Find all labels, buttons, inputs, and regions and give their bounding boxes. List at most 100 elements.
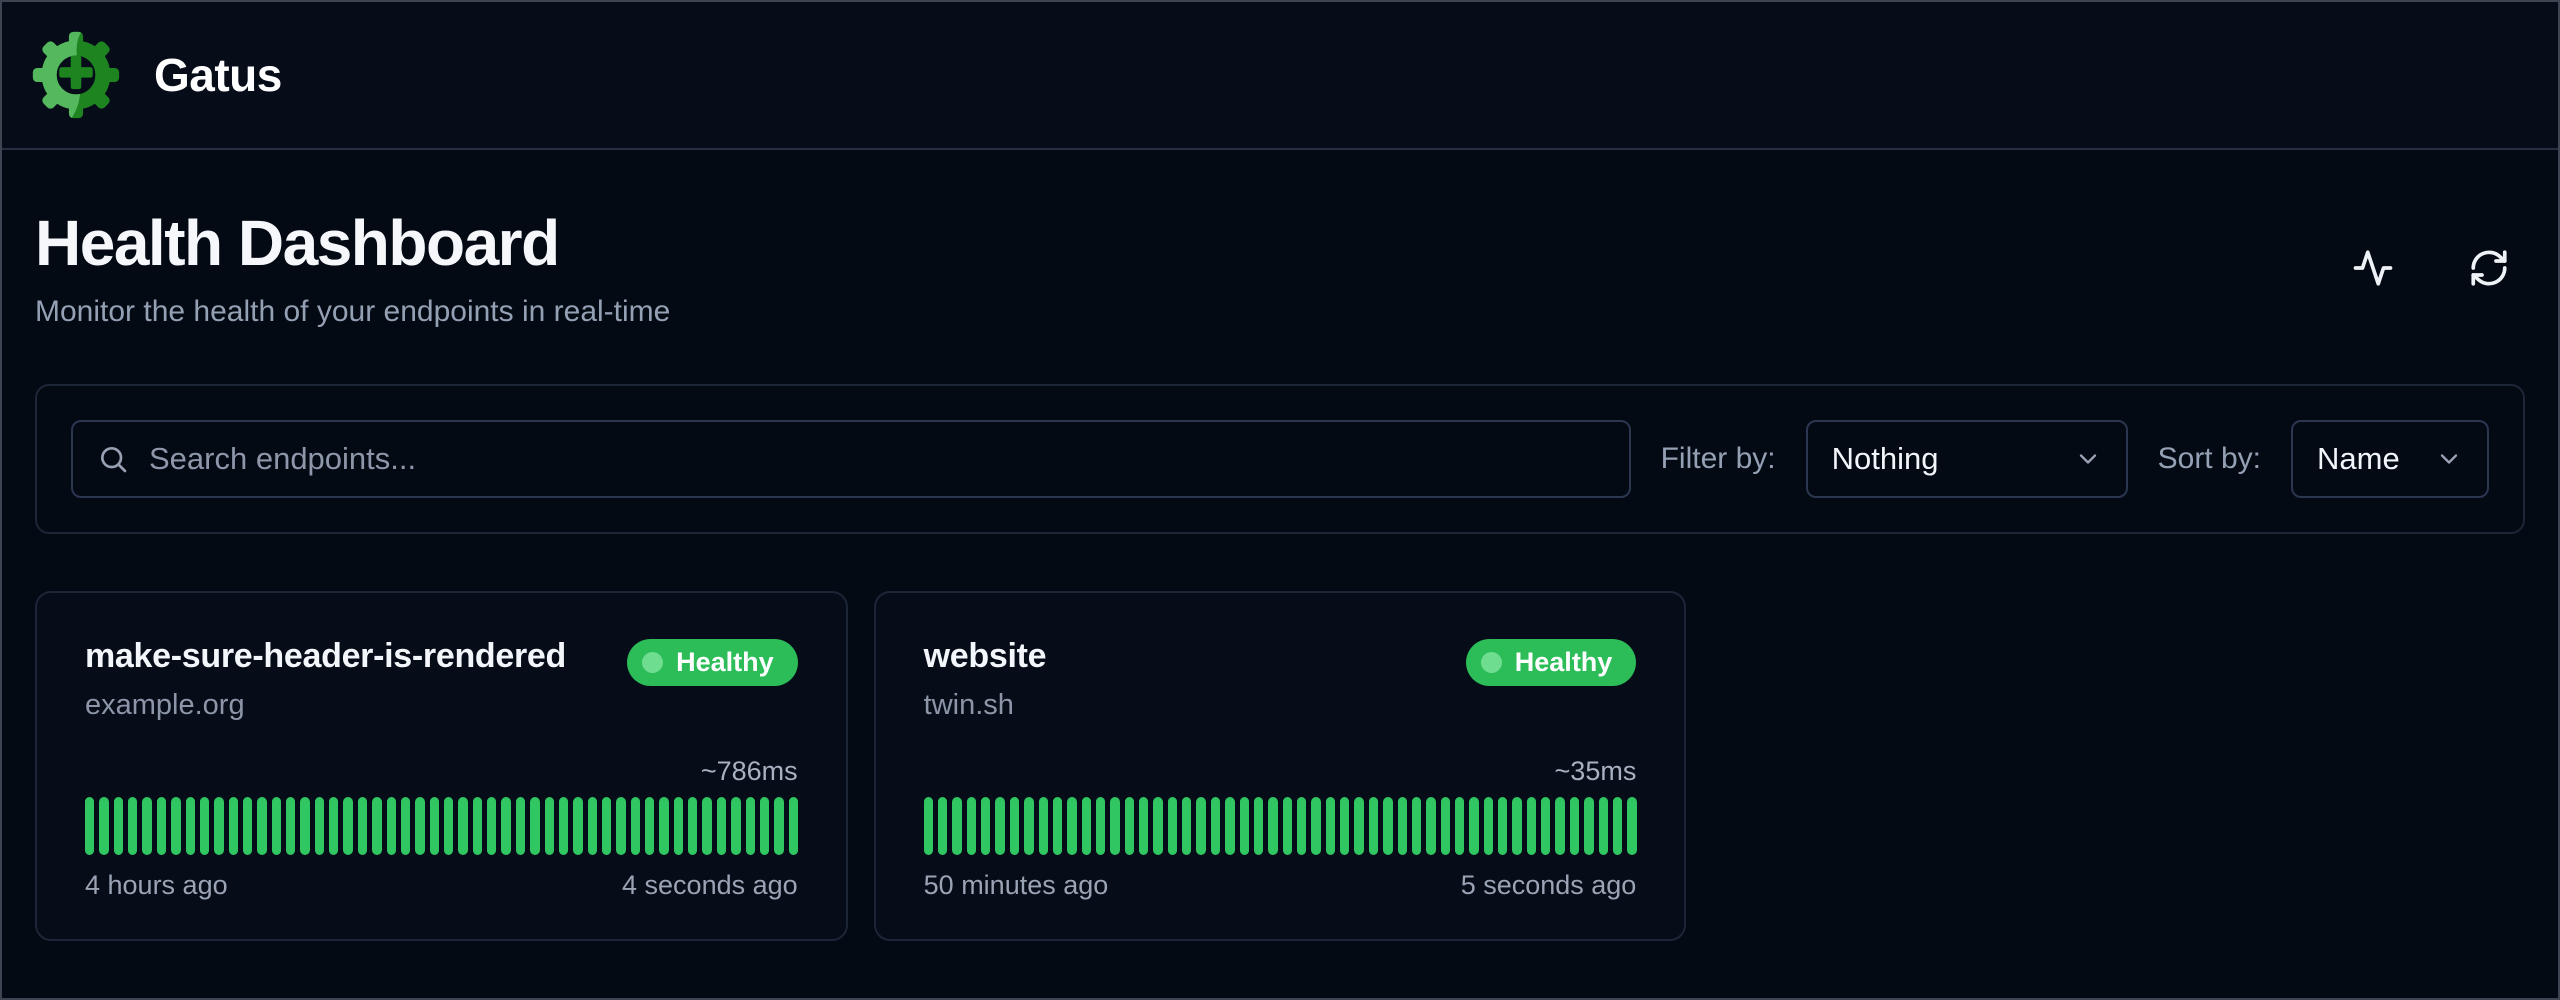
uptime-bar[interactable] bbox=[1053, 797, 1062, 855]
uptime-bar[interactable] bbox=[1441, 797, 1450, 855]
uptime-bar[interactable] bbox=[85, 797, 94, 855]
uptime-bar[interactable] bbox=[1110, 797, 1119, 855]
uptime-bar[interactable] bbox=[329, 797, 338, 855]
uptime-bar[interactable] bbox=[1426, 797, 1435, 855]
uptime-bar[interactable] bbox=[774, 797, 783, 855]
uptime-bar[interactable] bbox=[674, 797, 683, 855]
uptime-bar[interactable] bbox=[1125, 797, 1134, 855]
uptime-bar[interactable] bbox=[516, 797, 525, 855]
uptime-bar[interactable] bbox=[430, 797, 439, 855]
uptime-bar[interactable] bbox=[1555, 797, 1564, 855]
uptime-bar[interactable] bbox=[1469, 797, 1478, 855]
uptime-bar[interactable] bbox=[401, 797, 410, 855]
search-input[interactable] bbox=[149, 441, 1605, 477]
uptime-bar[interactable] bbox=[99, 797, 108, 855]
uptime-bar[interactable] bbox=[559, 797, 568, 855]
uptime-bar[interactable] bbox=[1225, 797, 1234, 855]
uptime-bar[interactable] bbox=[1168, 797, 1177, 855]
uptime-bar[interactable] bbox=[967, 797, 976, 855]
uptime-bar[interactable] bbox=[1627, 797, 1636, 855]
uptime-bar[interactable] bbox=[717, 797, 726, 855]
uptime-bar[interactable] bbox=[415, 797, 424, 855]
uptime-bar[interactable] bbox=[1541, 797, 1550, 855]
uptime-bar[interactable] bbox=[1340, 797, 1349, 855]
uptime-bar[interactable] bbox=[1599, 797, 1608, 855]
uptime-bar[interactable] bbox=[1139, 797, 1148, 855]
uptime-bar[interactable] bbox=[645, 797, 654, 855]
uptime-bar[interactable] bbox=[1240, 797, 1249, 855]
brand[interactable]: Gatus bbox=[32, 31, 282, 119]
uptime-bar[interactable] bbox=[243, 797, 252, 855]
uptime-bar[interactable] bbox=[1383, 797, 1392, 855]
uptime-bar[interactable] bbox=[731, 797, 740, 855]
uptime-bar[interactable] bbox=[530, 797, 539, 855]
uptime-bar[interactable] bbox=[1584, 797, 1593, 855]
uptime-bar[interactable] bbox=[995, 797, 1004, 855]
uptime-bar[interactable] bbox=[128, 797, 137, 855]
uptime-bar[interactable] bbox=[1398, 797, 1407, 855]
uptime-bar[interactable] bbox=[272, 797, 281, 855]
uptime-bar[interactable] bbox=[142, 797, 151, 855]
uptime-bar[interactable] bbox=[1196, 797, 1205, 855]
uptime-bar[interactable] bbox=[229, 797, 238, 855]
uptime-bar[interactable] bbox=[1039, 797, 1048, 855]
search-box[interactable] bbox=[71, 420, 1631, 498]
uptime-bar[interactable] bbox=[688, 797, 697, 855]
uptime-bar[interactable] bbox=[1067, 797, 1076, 855]
uptime-bar[interactable] bbox=[1412, 797, 1421, 855]
uptime-bar[interactable] bbox=[1024, 797, 1033, 855]
uptime-bar[interactable] bbox=[444, 797, 453, 855]
uptime-bar[interactable] bbox=[1211, 797, 1220, 855]
uptime-bar[interactable] bbox=[1153, 797, 1162, 855]
uptime-bar[interactable] bbox=[300, 797, 309, 855]
uptime-bar[interactable] bbox=[924, 797, 933, 855]
activity-button[interactable] bbox=[2352, 247, 2394, 289]
uptime-bar[interactable] bbox=[157, 797, 166, 855]
uptime-bar[interactable] bbox=[171, 797, 180, 855]
endpoint-name[interactable]: website bbox=[924, 637, 1047, 676]
endpoint-name[interactable]: make-sure-header-is-rendered bbox=[85, 637, 566, 676]
uptime-bar[interactable] bbox=[343, 797, 352, 855]
uptime-bar[interactable] bbox=[1010, 797, 1019, 855]
uptime-bar[interactable] bbox=[1570, 797, 1579, 855]
uptime-bar[interactable] bbox=[487, 797, 496, 855]
uptime-bar[interactable] bbox=[1297, 797, 1306, 855]
uptime-bar[interactable] bbox=[702, 797, 711, 855]
uptime-bar[interactable] bbox=[214, 797, 223, 855]
uptime-bar[interactable] bbox=[760, 797, 769, 855]
uptime-bar[interactable] bbox=[981, 797, 990, 855]
uptime-bar[interactable] bbox=[545, 797, 554, 855]
uptime-bar[interactable] bbox=[616, 797, 625, 855]
uptime-bar[interactable] bbox=[1498, 797, 1507, 855]
uptime-bar[interactable] bbox=[631, 797, 640, 855]
endpoint-card[interactable]: website twin.sh Healthy ~35ms 50 minutes… bbox=[874, 591, 1687, 941]
uptime-bar[interactable] bbox=[659, 797, 668, 855]
uptime-bar[interactable] bbox=[315, 797, 324, 855]
uptime-bar[interactable] bbox=[938, 797, 947, 855]
uptime-bar[interactable] bbox=[588, 797, 597, 855]
uptime-bar[interactable] bbox=[1484, 797, 1493, 855]
uptime-bar[interactable] bbox=[1326, 797, 1335, 855]
uptime-bar[interactable] bbox=[1268, 797, 1277, 855]
uptime-bar[interactable] bbox=[746, 797, 755, 855]
uptime-bar[interactable] bbox=[186, 797, 195, 855]
uptime-bar[interactable] bbox=[1369, 797, 1378, 855]
uptime-bar[interactable] bbox=[952, 797, 961, 855]
uptime-bar[interactable] bbox=[1613, 797, 1622, 855]
uptime-bar[interactable] bbox=[1512, 797, 1521, 855]
uptime-bar[interactable] bbox=[372, 797, 381, 855]
filter-select[interactable]: Nothing bbox=[1806, 420, 2128, 498]
refresh-button[interactable] bbox=[2468, 247, 2510, 289]
uptime-bar[interactable] bbox=[358, 797, 367, 855]
uptime-bar[interactable] bbox=[573, 797, 582, 855]
uptime-bar[interactable] bbox=[1354, 797, 1363, 855]
uptime-bar[interactable] bbox=[602, 797, 611, 855]
uptime-bar[interactable] bbox=[458, 797, 467, 855]
uptime-bar[interactable] bbox=[1182, 797, 1191, 855]
uptime-bar[interactable] bbox=[114, 797, 123, 855]
uptime-bar[interactable] bbox=[1283, 797, 1292, 855]
uptime-bar[interactable] bbox=[286, 797, 295, 855]
uptime-bar[interactable] bbox=[1082, 797, 1091, 855]
uptime-bar[interactable] bbox=[1527, 797, 1536, 855]
uptime-bar[interactable] bbox=[257, 797, 266, 855]
